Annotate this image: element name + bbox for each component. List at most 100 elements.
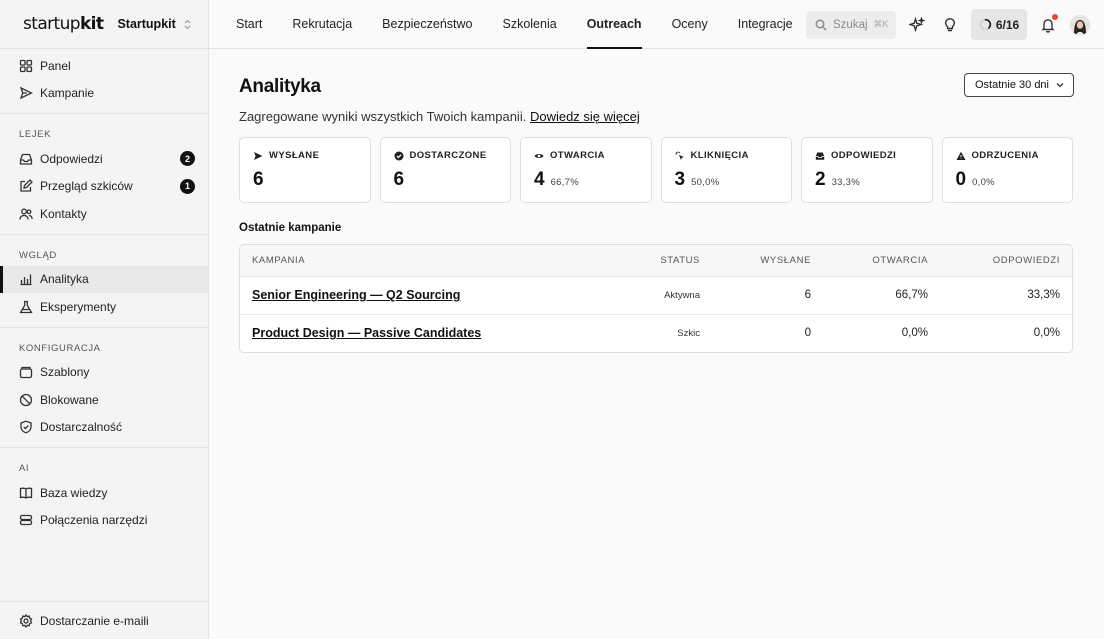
column-header-sent: WYSŁANE <box>760 255 811 266</box>
sidebar-item-dostarczalnosc[interactable]: Dostarczalność <box>0 414 208 442</box>
nav-group-lejek: LEJEK Odpowiedzi 2 Przegląd szkiców 1 Ko… <box>0 114 208 235</box>
sidebar-item-kampanie[interactable]: Kampanie <box>0 80 208 108</box>
stat-label: KLIKNIĘCIA <box>690 150 749 161</box>
column-header-campaign: KAMPANIA <box>252 255 306 266</box>
bar-chart-icon <box>19 272 33 286</box>
stat-label: OTWARCIA <box>550 150 605 161</box>
chevron-up-down-icon[interactable] <box>184 19 191 30</box>
sidebar-footer: Dostarczanie e-maili <box>0 601 208 639</box>
sidebar-item-label: Przegląd szkiców <box>40 179 133 194</box>
edit-icon <box>19 179 33 193</box>
sidebar-item-analityka[interactable]: Analityka <box>0 265 208 293</box>
sidebar-item-kontakty[interactable]: Kontakty <box>0 200 208 228</box>
stat-label: WYSŁANE <box>269 150 320 161</box>
sidebar-item-label: Odpowiedzi <box>40 151 103 166</box>
date-range-select[interactable]: Ostatnie 30 dni <box>964 73 1074 97</box>
tab-integracje[interactable]: Integracje <box>723 0 808 49</box>
campaign-sent: 6 <box>804 289 811 302</box>
stat-label-row: ODRZUCENIA <box>956 150 1060 161</box>
ideas-button[interactable] <box>938 13 962 37</box>
gear-icon <box>19 613 33 628</box>
campaign-name-link[interactable]: Senior Engineering — Q2 Sourcing <box>252 288 460 302</box>
sidebar-item-szablony[interactable]: Szablony <box>0 359 208 387</box>
count-badge: 1 <box>180 178 195 194</box>
org-switcher-label[interactable]: Startupkit <box>117 17 175 31</box>
tab-outreach[interactable]: Outreach <box>572 0 657 49</box>
tab-oceny[interactable]: Oceny <box>657 0 723 49</box>
sidebar-item-panel[interactable]: Panel <box>0 52 208 80</box>
stat-values: 4 66,7% <box>534 169 638 191</box>
sidebar-item-przeglad-szkicow[interactable]: Przegląd szkiców 1 <box>0 173 208 201</box>
table-row[interactable]: Senior Engineering — Q2 Sourcing Aktywna… <box>240 277 1072 315</box>
sidebar: startupkit Startupkit Panel Kampanie LEJ… <box>0 0 209 639</box>
campaign-sent: 0 <box>804 327 811 340</box>
tab-start[interactable]: Start <box>221 0 277 49</box>
stat-label-row: ODPOWIEDZI <box>815 150 919 161</box>
stat-value: 6 <box>393 169 405 190</box>
sidebar-item-polaczenia-narzedzi[interactable]: Połączenia narzędzi <box>0 507 208 535</box>
recent-campaigns-title: Ostatnie kampanie <box>239 222 342 234</box>
click-icon <box>675 151 684 160</box>
table-row[interactable]: Product Design — Passive Candidates Szki… <box>240 315 1072 353</box>
column-header-status: STATUS <box>660 255 700 266</box>
stat-card-delivered: DOSTARCZONE 6 <box>379 137 511 203</box>
group-label: LEJEK <box>19 129 52 140</box>
send-icon <box>254 151 263 160</box>
group-label: KONFIGURACJA <box>19 342 101 354</box>
stat-percent: 50,0% <box>691 177 720 188</box>
sidebar-item-label: Dostarczalność <box>40 420 123 435</box>
stat-value: 0 <box>955 169 967 190</box>
ai-sparkle-button[interactable] <box>905 13 929 37</box>
startupkit-logo[interactable]: startupkit <box>23 14 104 34</box>
send-icon <box>19 86 33 100</box>
inbox-icon <box>19 152 33 166</box>
stat-label-row: WYSŁANE <box>253 150 357 161</box>
progress-text: 6/16 <box>995 17 1020 32</box>
main-area: Start Rekrutacja Bezpieczeństwo Szkoleni… <box>209 0 1104 639</box>
column-header-opens: OTWARCIA <box>872 255 928 266</box>
campaign-opens: 0,0% <box>901 327 928 340</box>
inbox-icon <box>815 152 825 160</box>
sidebar-item-label: Eksperymenty <box>40 299 117 314</box>
date-range-value: Ostatnie 30 dni <box>975 79 1049 91</box>
sidebar-item-baza-wiedzy[interactable]: Baza wiedzy <box>0 479 208 507</box>
flask-icon <box>19 300 33 314</box>
stat-value: 4 <box>534 169 545 190</box>
templates-icon <box>19 365 33 379</box>
onboarding-progress-button[interactable]: 6/16 <box>971 9 1027 40</box>
stat-values: 0 0,0% <box>956 169 1060 191</box>
tab-bezpieczenstwo[interactable]: Bezpieczeństwo <box>367 0 487 49</box>
stat-card-bounces: ODRZUCENIA 0 0,0% <box>941 137 1073 203</box>
sidebar-item-label: Dostarczanie e-maili <box>40 613 149 628</box>
sidebar-item-eksperymenty[interactable]: Eksperymenty <box>0 293 208 321</box>
campaign-replies: 33,3% <box>1027 289 1060 302</box>
notifications-button[interactable] <box>1036 13 1060 37</box>
nav-group-main: Panel Kampanie <box>0 49 208 114</box>
group-label: WGLĄD <box>19 249 57 261</box>
top-nav: Start Rekrutacja Bezpieczeństwo Szkoleni… <box>209 0 1104 49</box>
stat-card-opens: OTWARCIA 4 66,7% <box>520 137 652 203</box>
stat-label-row: OTWARCIA <box>534 150 638 161</box>
sidebar-item-dostarczanie-emaili[interactable]: Dostarczanie e-maili <box>0 607 208 635</box>
nav-group-konfiguracja: KONFIGURACJA Szablony Blokowane Dostarcz… <box>0 328 208 448</box>
campaign-name-link[interactable]: Product Design — Passive Candidates <box>252 326 481 340</box>
search-placeholder: Szukaj <box>833 18 868 31</box>
sidebar-item-blokowane[interactable]: Blokowane <box>0 386 208 414</box>
stat-percent: 66,7% <box>550 177 580 188</box>
sidebar-item-odpowiedzi[interactable]: Odpowiedzi 2 <box>0 145 208 173</box>
chevron-down-icon <box>1056 83 1064 88</box>
check-circle-icon <box>394 151 403 160</box>
learn-more-link[interactable]: Dowiedz się więcej <box>530 109 640 124</box>
block-icon <box>19 393 33 407</box>
tab-szkolenia[interactable]: Szkolenia <box>487 0 571 49</box>
sidebar-item-label: Panel <box>40 58 71 73</box>
avatar[interactable] <box>1070 14 1090 35</box>
book-icon <box>19 486 33 500</box>
tab-rekrutacja[interactable]: Rekrutacja <box>277 0 367 49</box>
shield-check-icon <box>19 420 33 434</box>
search-input[interactable]: Szukaj ⌘K <box>806 10 896 39</box>
analytics-content: Analityka Ostatnie 30 dni Zagregowane wy… <box>209 49 1104 353</box>
sidebar-item-label: Kampanie <box>40 86 95 101</box>
nav-group-ai: AI Baza wiedzy Połączenia narzędzi <box>0 448 208 540</box>
stat-card-replies: ODPOWIEDZI 2 33,3% <box>801 137 933 203</box>
